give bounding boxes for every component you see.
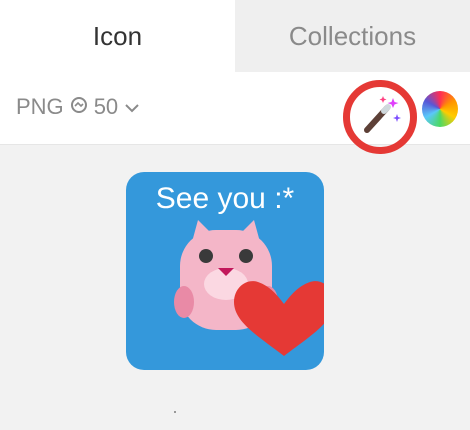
tab-collections[interactable]: Collections bbox=[235, 0, 470, 72]
chevron-down-icon bbox=[124, 94, 140, 120]
magic-wand-button[interactable] bbox=[343, 80, 417, 154]
magic-wand-icon bbox=[357, 92, 403, 143]
format-label: PNG bbox=[16, 94, 64, 119]
icon-preview: See you :* bbox=[126, 172, 324, 370]
tab-bar: Icon Collections bbox=[0, 0, 470, 72]
format-selector[interactable]: PNG 50 bbox=[16, 94, 140, 120]
cat-heart-illustration bbox=[174, 220, 324, 356]
size-value: 50 bbox=[93, 94, 119, 119]
divider-dot bbox=[174, 411, 176, 413]
heart-icon bbox=[234, 281, 324, 356]
tab-icon[interactable]: Icon bbox=[0, 0, 235, 72]
size-selector[interactable]: 50 bbox=[70, 94, 140, 120]
size-icon bbox=[70, 94, 88, 120]
color-wheel-button[interactable] bbox=[422, 91, 458, 127]
